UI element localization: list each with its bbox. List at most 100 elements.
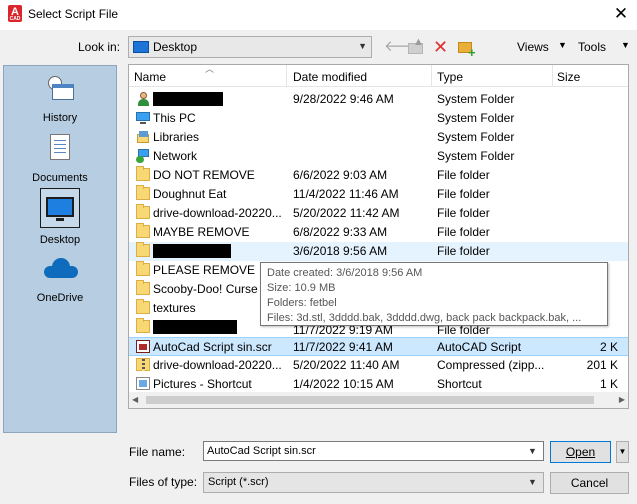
- open-options-dropdown-icon[interactable]: ▼: [616, 441, 629, 463]
- row-name: Pictures - Shortcut: [153, 377, 252, 391]
- row-size: 201 K: [586, 358, 618, 372]
- folder-icon: [136, 318, 150, 333]
- list-row-user-folder[interactable]: 9/28/2022 9:46 AM System Folder: [129, 90, 628, 109]
- row-name: MAYBE REMOVE: [153, 225, 250, 239]
- views-menu[interactable]: Views: [517, 40, 549, 54]
- zip-file-icon: [136, 358, 150, 371]
- column-header: ︿ Name Date modified Type Size: [129, 65, 628, 87]
- row-type: System Folder: [437, 149, 515, 163]
- column-date-modified[interactable]: Date modified: [293, 70, 367, 84]
- up-folder-icon[interactable]: ▲: [408, 36, 424, 56]
- row-name: AutoCad Script sin.scr: [153, 340, 272, 354]
- tools-menu[interactable]: Tools: [578, 40, 606, 54]
- tooltip-size: Size: 10.9 MB: [267, 282, 336, 294]
- network-icon: [136, 149, 150, 163]
- list-row-drive-download-folder[interactable]: drive-download-20220... 5/20/2022 11:42 …: [129, 204, 628, 223]
- tooltip-folders: Folders: fetbel: [267, 297, 337, 309]
- onedrive-icon: [44, 258, 78, 278]
- desktop-selection: [40, 188, 80, 228]
- lookin-dropdown[interactable]: Desktop ▼: [128, 36, 372, 58]
- window-title: Select Script File: [28, 7, 119, 21]
- open-button[interactable]: Open: [550, 441, 611, 463]
- files-of-type-label: Files of type:: [129, 475, 198, 489]
- new-folder-icon[interactable]: +: [458, 38, 478, 60]
- library-icon: [136, 130, 150, 143]
- file-list[interactable]: ︿ Name Date modified Type Size 9/28/2022…: [128, 64, 629, 409]
- row-name: Network: [153, 149, 198, 163]
- folder-info-tooltip: Date created: 3/6/2018 9:56 AM Size: 10.…: [260, 262, 608, 326]
- place-documents-label: Documents: [32, 172, 88, 184]
- folder-icon: [136, 299, 150, 314]
- close-icon[interactable]: ✕: [609, 2, 633, 26]
- desktop-icon: [46, 197, 74, 221]
- chevron-down-icon: ▼: [358, 41, 367, 51]
- row-date: 6/6/2022 9:03 AM: [293, 168, 388, 182]
- place-documents[interactable]: Documents: [4, 134, 116, 186]
- folder-icon: [136, 261, 150, 276]
- row-size: 2 K: [599, 340, 618, 354]
- views-dropdown-arrow-icon[interactable]: ▼: [558, 40, 567, 50]
- list-row-redacted-folder-hover[interactable]: 3/6/2018 9:56 AM File folder: [129, 242, 628, 261]
- row-name: This PC: [153, 111, 196, 125]
- column-separator: [286, 65, 287, 87]
- user-icon: [136, 92, 150, 106]
- row-type: File folder: [437, 206, 490, 220]
- row-type: File folder: [437, 225, 490, 239]
- cancel-button[interactable]: Cancel: [550, 472, 629, 494]
- row-date: 5/20/2022 11:40 AM: [293, 358, 400, 372]
- row-type: System Folder: [437, 92, 515, 106]
- scrollbar-thumb[interactable]: [146, 396, 594, 404]
- place-history[interactable]: History: [4, 76, 116, 128]
- list-row-autocad-script[interactable]: AutoCad Script sin.scr 11/7/2022 9:41 AM…: [129, 337, 628, 356]
- list-row-maybe-remove[interactable]: MAYBE REMOVE 6/8/2022 9:33 AM File folde…: [129, 223, 628, 242]
- file-name-dropdown-icon[interactable]: ▼: [528, 446, 537, 456]
- column-type[interactable]: Type: [437, 70, 463, 84]
- lookin-value: Desktop: [153, 40, 198, 54]
- tools-dropdown-arrow-icon[interactable]: ▼: [621, 40, 630, 50]
- place-onedrive-label: OneDrive: [36, 292, 84, 304]
- row-date: 11/4/2022 11:46 AM: [293, 187, 399, 201]
- row-size: 1 K: [599, 377, 618, 391]
- files-of-type-chevron-icon[interactable]: ▼: [528, 477, 537, 487]
- lookin-label: Look in:: [78, 40, 121, 54]
- computer-icon: [136, 111, 150, 124]
- place-onedrive[interactable]: OneDrive: [4, 256, 116, 308]
- list-row-drive-download-zip[interactable]: drive-download-20220... 5/20/2022 11:40 …: [129, 356, 628, 375]
- folder-icon: [136, 166, 150, 181]
- list-row-this-pc[interactable]: This PC System Folder: [129, 109, 628, 128]
- column-size[interactable]: Size: [557, 70, 580, 84]
- script-file-icon: [136, 340, 150, 353]
- desktop-folder-icon: [133, 41, 149, 53]
- row-date: 5/20/2022 11:42 AM: [293, 206, 400, 220]
- row-type: System Folder: [437, 111, 515, 125]
- row-date: 9/28/2022 9:46 AM: [293, 92, 394, 106]
- list-row-network[interactable]: Network System Folder: [129, 147, 628, 166]
- row-name: Libraries: [153, 130, 200, 144]
- tooltip-files: Files: 3d.stl, 3dddd.bak, 3dddd.dwg, bac…: [267, 312, 582, 324]
- row-type: Compressed (zipp...: [437, 358, 545, 372]
- list-row-doughnut-eat[interactable]: Doughnut Eat 11/4/2022 11:46 AM File fol…: [129, 185, 628, 204]
- scroll-right-icon[interactable]: ▶: [619, 395, 625, 404]
- row-name: Doughnut Eat: [153, 187, 227, 201]
- row-date: 1/4/2022 10:15 AM: [293, 377, 394, 391]
- files-of-type-dropdown[interactable]: Script (*.scr): [203, 472, 544, 493]
- back-arrow-icon[interactable]: 🡐: [384, 38, 424, 56]
- scroll-left-icon[interactable]: ◀: [132, 395, 138, 404]
- redacted-name: [153, 244, 231, 258]
- row-type: AutoCAD Script: [437, 340, 522, 354]
- list-row-libraries[interactable]: Libraries System Folder: [129, 128, 628, 147]
- places-sidebar: History Documents Desktop OneDrive: [3, 65, 117, 433]
- tooltip-date-created: Date created: 3/6/2018 9:56 AM: [267, 267, 423, 279]
- folder-icon: [136, 204, 150, 219]
- folder-icon: [136, 242, 150, 257]
- file-name-input[interactable]: AutoCad Script sin.scr: [203, 441, 544, 461]
- horizontal-scrollbar[interactable]: ◀ ▶: [129, 392, 628, 408]
- delete-icon[interactable]: ✕: [433, 38, 449, 56]
- row-name: drive-download-20220...: [153, 358, 282, 372]
- documents-icon: [50, 134, 70, 160]
- column-name[interactable]: Name: [134, 70, 166, 84]
- folder-icon: [136, 185, 150, 200]
- place-desktop[interactable]: Desktop: [4, 188, 116, 250]
- list-row-do-not-remove[interactable]: DO NOT REMOVE 6/6/2022 9:03 AM File fold…: [129, 166, 628, 185]
- row-name: drive-download-20220...: [153, 206, 282, 220]
